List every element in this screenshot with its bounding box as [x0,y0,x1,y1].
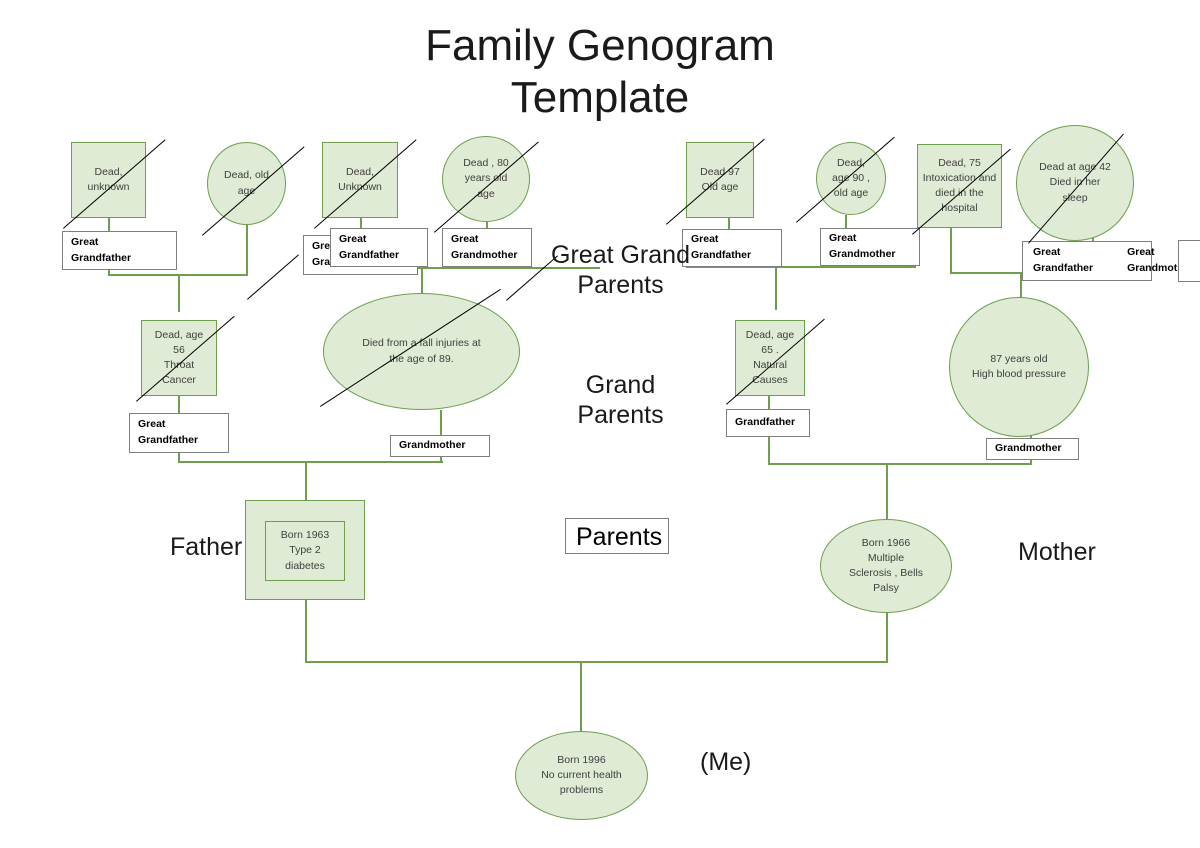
father-inner-node[interactable]: Born 1963 Type 2 diabetes [265,521,345,581]
ggp-pair-label-left: Great Grandfather [1033,246,1094,274]
section-label-grand-parents: Grand Parents [577,371,664,429]
connector-ggp2-down [246,225,248,274]
side-label-mother: Mother [1018,538,1096,566]
ggp-7-square[interactable]: Dead, 75 Intoxication and died in the ho… [917,144,1002,228]
gp-2-ellipse[interactable]: Died from a fall injuries at the age of … [323,293,520,410]
connector-ggp7-vert [950,238,952,274]
connector-gp2-down [440,410,442,436]
gp-4-label: Grandmother [986,438,1079,460]
parents-label-box: Parents [565,518,669,554]
deceased-slash-icon [247,254,299,300]
connector-ggp7-down [950,228,952,238]
ggp-4-circle[interactable]: Dead , 80 years old age [442,136,530,222]
connector-child-up [580,661,582,731]
section-label-great-grand-parents: Great Grand Parents [551,241,690,299]
connector-couple4-bar [950,272,1022,274]
side-label-father: Father [170,533,243,561]
gp-3-square[interactable]: Dead, age 65 . Natural Causes [735,320,805,396]
ggp-pair-label: Great Grandfather Great Grandmother [1022,241,1194,281]
connector-mother-down [886,612,888,663]
connector-mother-up [886,463,888,519]
empty-label-box [1178,240,1200,282]
me-node[interactable]: Born 1996 No current health problems [515,731,648,820]
genogram-canvas: Family Genogram Template Dead, unknown G… [0,0,1200,848]
mother-node[interactable]: Born 1966 Multiple Sclerosis , Bells Pal… [820,519,952,613]
ggp-2-circle[interactable]: Dead, old age [207,142,286,225]
connector-gp-right-bar [768,463,1031,465]
ggp-1-label: Great Grandfather [62,231,177,270]
connector-father-up [305,461,307,500]
connector-couple3-child [775,266,777,310]
gp-1-square[interactable]: Dead, age 56 Throat Cancer [141,320,217,396]
connector-gp3-label-down [768,437,770,464]
page-title: Family Genogram Template [425,21,775,122]
connector-gp1-label-down [178,453,180,463]
gp-1-label: Great Grandfather [129,413,229,453]
connector-father-down [305,600,307,663]
connector-couple1-child [178,274,180,312]
gp-2-label: Grandmother [390,435,490,457]
ggp-4-label: Great Grandmother [442,228,532,267]
ggp-3-square[interactable]: Dead, Unknown [322,142,398,218]
gp-3-label: Grandfather [726,409,810,437]
side-label-me: (Me) [700,748,752,776]
ggp-1-square[interactable]: Dead, unknown [71,142,146,218]
ggp-6-label: Great Grandmother [820,228,920,266]
ggp-3-label: Great Grandfather [330,228,428,267]
connector-parents-bar [305,661,888,663]
ggp-5-square[interactable]: Dead 97 Old age [686,142,754,218]
connector-gp-left-bar [178,461,443,463]
gp-4-circle[interactable]: 87 years old High blood pressure [949,297,1089,437]
